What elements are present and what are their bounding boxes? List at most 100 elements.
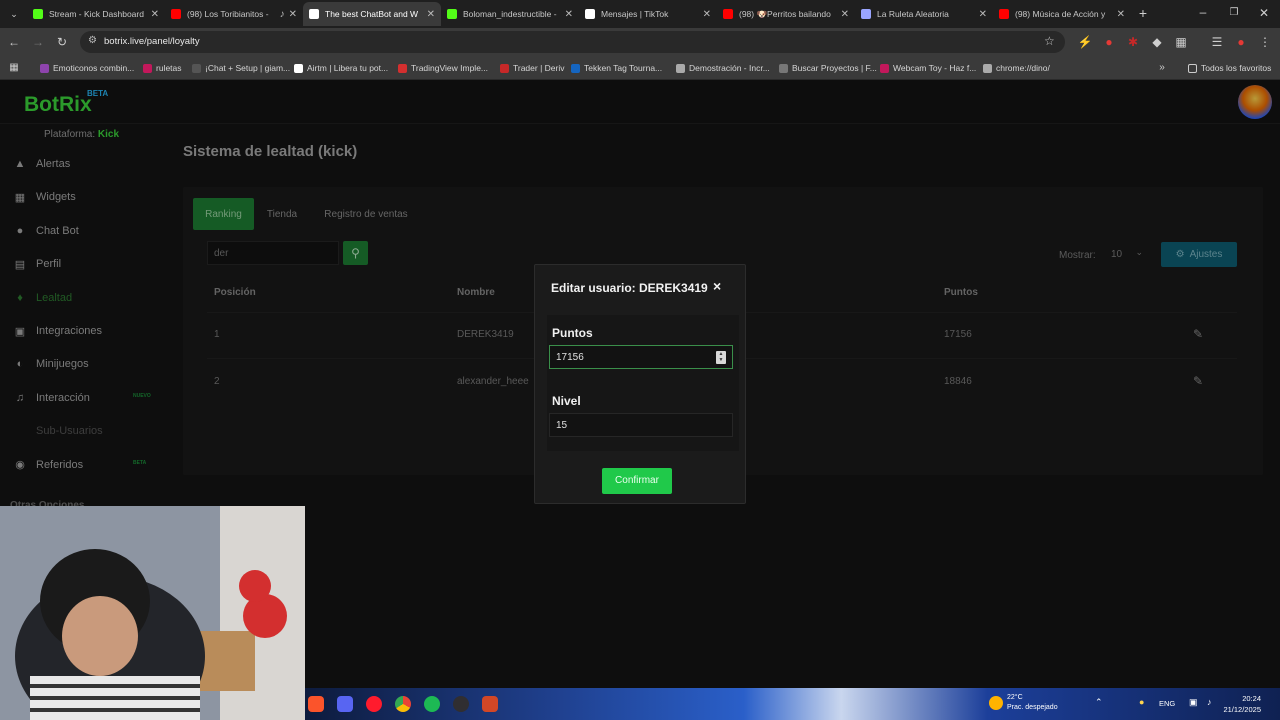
bookmark-item[interactable]: Emoticonos combin...	[40, 61, 134, 75]
tray-chevron-icon[interactable]: ⌃	[1095, 697, 1103, 708]
tab-close-icon[interactable]: ✕	[841, 9, 849, 20]
bookmark-item[interactable]: ruletas	[143, 61, 182, 75]
mic-icon[interactable]: ●	[1139, 697, 1144, 707]
address-bar[interactable]: ⚙ botrix.live/panel/loyalty ☆	[80, 31, 1065, 53]
profile-icon[interactable]: ●	[1233, 35, 1249, 49]
extension-icon[interactable]: ●	[1101, 35, 1117, 49]
browser-tab[interactable]: (98) 🐶Perritos bailando ✕	[717, 2, 855, 26]
obs-icon[interactable]	[453, 696, 469, 712]
level-field-group: Nivel 15	[547, 383, 739, 451]
browser-tab[interactable]: Stream - Kick Dashboard ✕	[27, 2, 165, 26]
reload-icon[interactable]: ↻	[54, 35, 70, 49]
tab-close-icon[interactable]: ✕	[1117, 9, 1125, 20]
system-clock[interactable]: 20:24 21/12/2025	[1223, 693, 1261, 715]
tab-title: (98) 🐶Perritos bailando	[739, 8, 831, 19]
bookmark-item[interactable]: ¡Chat + Setup | giam...	[192, 61, 290, 75]
bookmark-item[interactable]: Airtm | Libera tu pot...	[294, 61, 388, 75]
close-icon[interactable]: ×	[713, 278, 721, 294]
level-value: 15	[556, 420, 568, 431]
number-stepper-icon[interactable]: ▲ ▼	[716, 351, 726, 364]
tab-close-icon[interactable]: ✕	[565, 9, 573, 20]
browser-tab[interactable]: (98) Los Toribianitos - ♪ ✕	[165, 2, 303, 26]
opera-icon[interactable]	[366, 696, 382, 712]
bookmark-star-icon[interactable]: ☆	[1044, 34, 1055, 48]
brave-icon[interactable]	[308, 696, 324, 712]
reading-list-icon[interactable]: ☰	[1209, 35, 1225, 49]
powerpoint-icon[interactable]	[482, 696, 498, 712]
bookmark-favicon-icon	[571, 63, 580, 73]
tab-close-icon[interactable]: ✕	[703, 9, 711, 20]
menu-icon[interactable]: ⋮	[1257, 35, 1273, 49]
edit-user-modal: Editar usuario: DEREK3419 × Puntos 17156…	[534, 264, 746, 504]
bookmark-label: ¡Chat + Setup | giam...	[205, 63, 291, 73]
tab-title: (98) Música de Acción y	[1015, 9, 1106, 19]
tab-audio-icon[interactable]: ♪	[280, 9, 285, 20]
bookmark-label: Tekken Tag Tourna...	[584, 63, 663, 73]
back-icon[interactable]: ←	[6, 35, 22, 49]
extensions-puzzle-icon[interactable]: ▦	[1173, 35, 1189, 49]
webcam-overlay	[0, 506, 305, 720]
level-label: Nivel	[552, 394, 581, 408]
bookmark-item[interactable]: Trader | Deriv	[500, 61, 565, 75]
bookmark-item[interactable]: TradingView Imple...	[398, 61, 488, 75]
bookmark-label: Buscar Proyectos | F...	[792, 63, 877, 73]
bookmark-favicon-icon	[398, 63, 407, 73]
bookmark-label: Trader | Deriv	[513, 63, 565, 73]
browser-tab[interactable]: (98) Música de Acción y ✕	[993, 2, 1131, 26]
extension-icon[interactable]: ◆	[1149, 35, 1165, 49]
browser-tab[interactable]: The best ChatBot and W ✕	[303, 2, 441, 26]
modal-title: Editar usuario: DEREK3419	[551, 281, 708, 295]
minimize-icon[interactable]: –	[1195, 5, 1211, 19]
bookmark-favicon-icon	[983, 63, 992, 73]
tab-close-icon[interactable]: ✕	[289, 9, 297, 20]
weather-widget[interactable]: 22°C Prac. despejado	[1007, 693, 1058, 713]
chrome-icon[interactable]	[395, 696, 411, 712]
tab-close-icon[interactable]: ✕	[979, 9, 987, 20]
new-tab-icon[interactable]: +	[1135, 6, 1151, 20]
browser-tab[interactable]: Boloman_indestructible - ✕	[441, 2, 579, 26]
all-bookmarks-folder[interactable]: Todos los favoritos	[1188, 61, 1271, 75]
extension-icon[interactable]: ⚡	[1077, 35, 1093, 49]
tab-close-icon[interactable]: ✕	[151, 9, 159, 20]
bookmark-favicon-icon	[676, 63, 685, 73]
network-icon[interactable]: ▣	[1189, 697, 1198, 708]
browser-tab-strip: ⌄ Stream - Kick Dashboard ✕ (98) Los Torib…	[0, 0, 1280, 28]
bookmark-label: Emoticonos combin...	[53, 63, 135, 73]
language-indicator[interactable]: ENG	[1159, 699, 1175, 708]
bookmarks-bar: ▦ Emoticonos combin... ruletas ¡Chat + Set…	[0, 56, 1280, 80]
tab-search-icon[interactable]: ⌄	[6, 7, 22, 21]
weather-icon[interactable]	[989, 696, 1003, 710]
level-input[interactable]: 15	[549, 413, 733, 437]
bookmark-favicon-icon	[294, 63, 303, 73]
more-bookmarks-icon[interactable]: »	[1154, 61, 1170, 75]
webcam-image	[0, 506, 305, 720]
apps-grid-icon[interactable]: ▦	[6, 61, 22, 75]
extension-icon[interactable]: ✱	[1125, 35, 1141, 49]
tab-favicon-icon	[585, 9, 595, 19]
bookmark-item[interactable]: Tekken Tag Tourna...	[571, 61, 662, 75]
clock-date: 21/12/2025	[1223, 705, 1261, 714]
browser-tab[interactable]: La Ruleta Aleatoria ✕	[855, 2, 993, 26]
tab-favicon-icon	[309, 9, 319, 19]
bookmark-item[interactable]: Buscar Proyectos | F...	[779, 61, 877, 75]
spotify-icon[interactable]	[424, 696, 440, 712]
bookmark-label: Airtm | Libera tu pot...	[307, 63, 389, 73]
site-info-icon[interactable]: ⚙	[88, 35, 97, 46]
browser-toolbar: ← → ↻ ⚙ botrix.live/panel/loyalty ☆ ⚡ ● …	[0, 28, 1280, 56]
volume-icon[interactable]: ♪	[1207, 697, 1212, 707]
bookmark-label: chrome://dino/	[996, 63, 1050, 73]
forward-icon[interactable]: →	[30, 35, 46, 49]
bookmark-item[interactable]: Webcam Toy - Haz f...	[880, 61, 976, 75]
points-input[interactable]: 17156 ▲ ▼	[549, 345, 733, 369]
restore-icon[interactable]: ❐	[1226, 6, 1242, 20]
tab-close-icon[interactable]: ✕	[427, 9, 435, 20]
browser-tab[interactable]: Mensajes | TikTok ✕	[579, 2, 717, 26]
tab-title: Mensajes | TikTok	[601, 9, 669, 19]
bookmark-favicon-icon	[192, 63, 201, 73]
bookmark-item[interactable]: Demostración - Incr...	[676, 61, 770, 75]
discord-icon[interactable]	[337, 696, 353, 712]
bookmark-label: Demostración - Incr...	[689, 63, 770, 73]
close-window-icon[interactable]: ✕	[1256, 6, 1272, 20]
confirm-button[interactable]: Confirmar	[602, 468, 672, 494]
bookmark-item[interactable]: chrome://dino/	[983, 61, 1050, 75]
